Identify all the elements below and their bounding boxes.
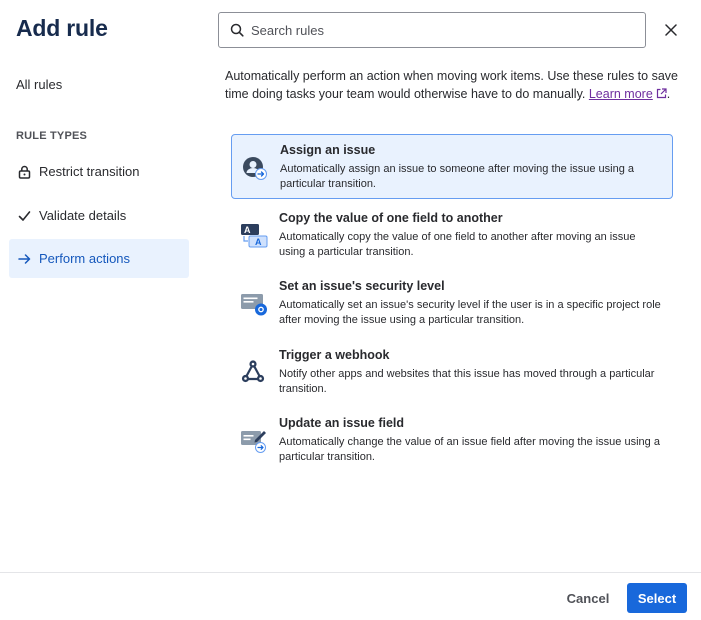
rule-description: Automatically copy the value of one fiel… <box>279 231 636 258</box>
sidebar-item-restrict-transition[interactable]: Restrict transition <box>9 152 189 191</box>
rule-assign-an-issue[interactable]: Assign an issue Automatically assign an … <box>231 134 673 199</box>
select-button[interactable]: Select <box>627 583 687 613</box>
close-button[interactable] <box>660 19 682 41</box>
arrow-right-icon <box>17 252 31 266</box>
intro-trailing: . <box>666 87 671 101</box>
rule-description: Automatically assign an issue to someone… <box>280 163 635 190</box>
rule-title: Copy the value of one field to another <box>279 211 503 225</box>
rule-title: Update an issue field <box>279 416 405 430</box>
rule-set-security-level[interactable]: Set an issue's security level Automatica… <box>231 273 673 335</box>
svg-text:A: A <box>244 225 251 235</box>
learn-more-label: Learn more <box>588 87 653 101</box>
dialog-title: Add rule <box>16 15 108 41</box>
webhook-icon <box>240 358 268 386</box>
sidebar-item-label: Restrict transition <box>39 164 140 179</box>
search-input[interactable] <box>251 22 631 38</box>
rule-description: Automatically change the value of an iss… <box>279 436 660 463</box>
sidebar-item-perform-actions[interactable]: Perform actions <box>9 239 189 278</box>
learn-more-link[interactable]: Learn more <box>589 87 667 101</box>
sidebar-item-label: Perform actions <box>39 251 131 266</box>
rule-title: Assign an issue <box>280 143 376 157</box>
update-field-icon <box>240 427 268 455</box>
rule-types-heading: RULE TYPES <box>16 130 88 142</box>
sidebar-item-all-rules[interactable]: All rules <box>16 77 62 92</box>
sidebar-item-label: Validate details <box>39 208 127 223</box>
rule-description: Notify other apps and websites that this… <box>279 368 655 395</box>
search-icon <box>230 23 244 37</box>
close-icon <box>665 24 677 36</box>
security-level-icon <box>240 291 268 319</box>
rule-title: Trigger a webhook <box>279 348 390 362</box>
rule-trigger-webhook[interactable]: Trigger a webhook Notify other apps and … <box>231 342 673 402</box>
rule-description: Automatically set an issue's security le… <box>279 299 661 326</box>
search-field[interactable] <box>218 12 646 48</box>
rule-copy-field-value[interactable]: AA Copy the value of one field to anothe… <box>231 205 673 265</box>
cancel-button[interactable]: Cancel <box>557 583 619 613</box>
intro-text: Automatically perform an action when mov… <box>225 67 685 104</box>
svg-text:A: A <box>255 237 262 247</box>
assign-user-icon <box>241 155 269 183</box>
rule-title: Set an issue's security level <box>279 279 445 293</box>
external-link-icon <box>656 86 667 104</box>
sidebar: Add rule All rules RULE TYPES Restrict t… <box>0 0 200 572</box>
copy-field-icon: AA <box>240 222 268 250</box>
lock-icon <box>17 165 31 179</box>
rule-update-issue-field[interactable]: Update an issue field Automatically chan… <box>231 410 673 470</box>
check-icon <box>17 209 31 223</box>
sidebar-item-validate-details[interactable]: Validate details <box>9 196 189 235</box>
